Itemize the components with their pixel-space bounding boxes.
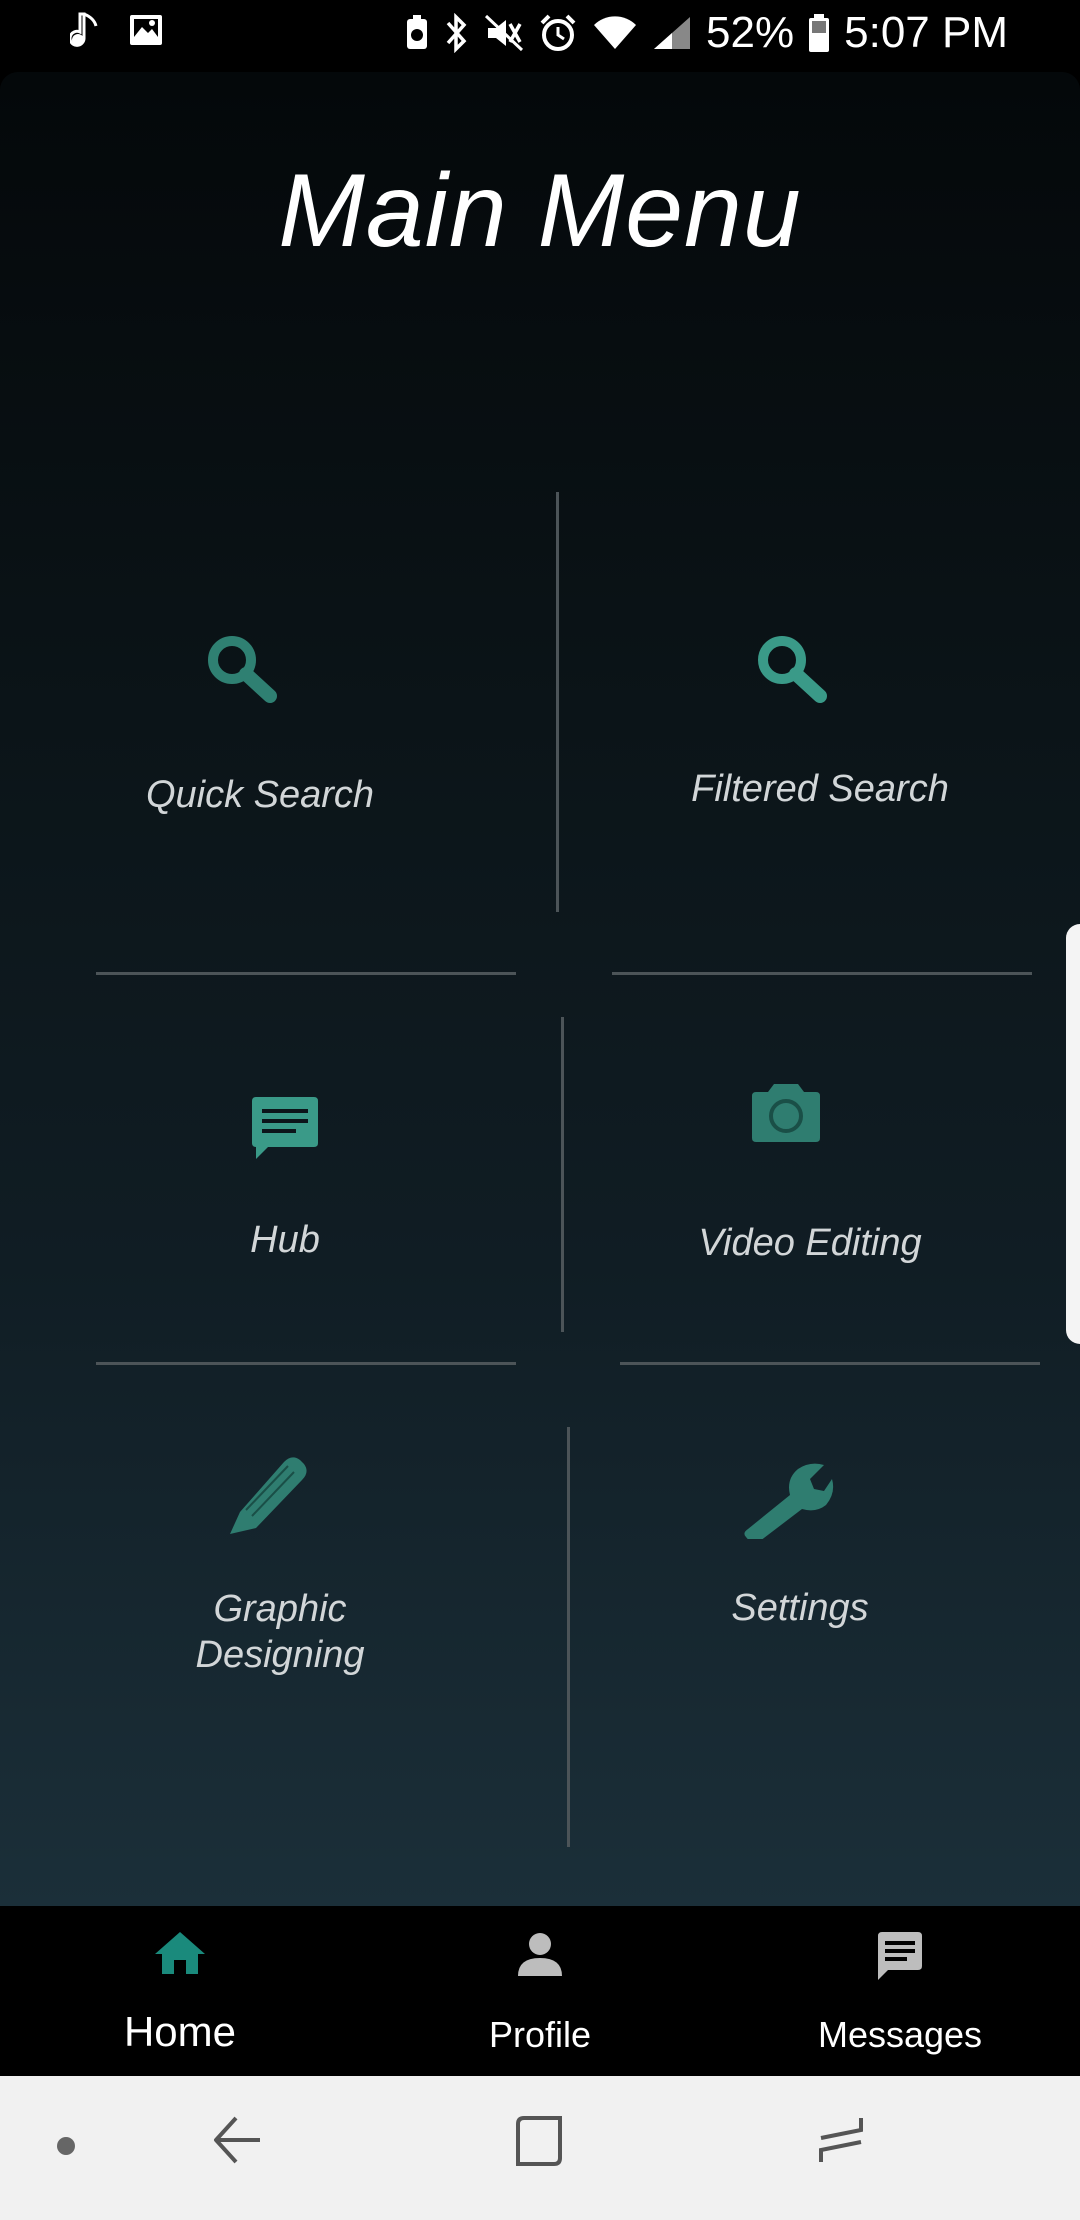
hub-label: Hub [250, 1219, 320, 1261]
graphic-designing-tile[interactable]: Graphic Designing [130, 1452, 430, 1752]
nav-home[interactable]: Home [50, 1906, 310, 2076]
settings-label: Settings [731, 1587, 869, 1629]
graphic-designing-label-line1: Graphic [213, 1588, 347, 1630]
filtered-search-tile[interactable]: Filtered Search [660, 632, 980, 952]
divider-horizontal [96, 1362, 516, 1365]
bluetooth-icon [444, 13, 470, 53]
dot-icon[interactable] [56, 2136, 76, 2161]
music-note-icon [70, 10, 100, 50]
main-menu-screen: Main Menu Quick Search Filtered Search H… [0, 72, 1080, 1906]
divider-horizontal [612, 972, 1032, 975]
mute-icon [484, 14, 524, 52]
divider-vertical [556, 492, 559, 912]
search-icon [754, 632, 830, 711]
filtered-search-label: Filtered Search [691, 768, 949, 810]
alarm-icon [538, 13, 578, 53]
wifi-icon [592, 15, 638, 51]
settings-tile[interactable]: Settings [650, 1457, 950, 1717]
search-icon [204, 632, 280, 711]
nav-profile[interactable]: Profile [410, 1906, 670, 2076]
battery-icon [808, 13, 830, 53]
status-bar: 52% 5:07 PM [0, 0, 1080, 72]
message-icon [874, 1930, 926, 1987]
wrench-icon [740, 1457, 834, 1544]
nav-home-label: Home [123, 2008, 237, 2055]
video-editing-label: Video Editing [698, 1222, 922, 1264]
clock: 5:07 PM [844, 8, 1008, 57]
image-icon [128, 13, 164, 47]
person-icon [515, 1930, 565, 1985]
quick-search-tile[interactable]: Quick Search [100, 632, 420, 952]
page-title: Main Menu [278, 153, 802, 269]
pencil-icon [226, 1452, 312, 1541]
video-editing-tile[interactable]: Video Editing [660, 1082, 960, 1342]
edge-panel-handle[interactable] [1066, 924, 1080, 1344]
signal-icon [652, 15, 692, 51]
battery-saver-icon [404, 14, 430, 52]
home-icon [153, 1930, 207, 1981]
quick-search-label: Quick Search [145, 774, 375, 816]
system-navigation-bar [0, 2076, 1080, 2220]
recents-icon[interactable] [510, 2112, 566, 2175]
camera-icon [748, 1082, 824, 1149]
divider-horizontal [620, 1362, 1040, 1365]
graphic-designing-label-line2: Designing [195, 1634, 365, 1676]
divider-vertical [567, 1427, 570, 1847]
bottom-navigation: Home Profile Messages [0, 1906, 1080, 2076]
nav-messages-label: Messages [817, 2014, 983, 2055]
back-icon[interactable] [210, 2112, 264, 2175]
nav-messages[interactable]: Messages [770, 1906, 1030, 2076]
battery-percent: 52% [706, 8, 795, 57]
hub-tile[interactable]: Hub [130, 1097, 440, 1337]
divider-horizontal [96, 972, 516, 975]
divider-vertical [561, 1017, 564, 1332]
nav-profile-label: Profile [488, 2014, 592, 2055]
chat-icon [250, 1097, 320, 1166]
home-button-icon[interactable] [815, 2112, 869, 2175]
